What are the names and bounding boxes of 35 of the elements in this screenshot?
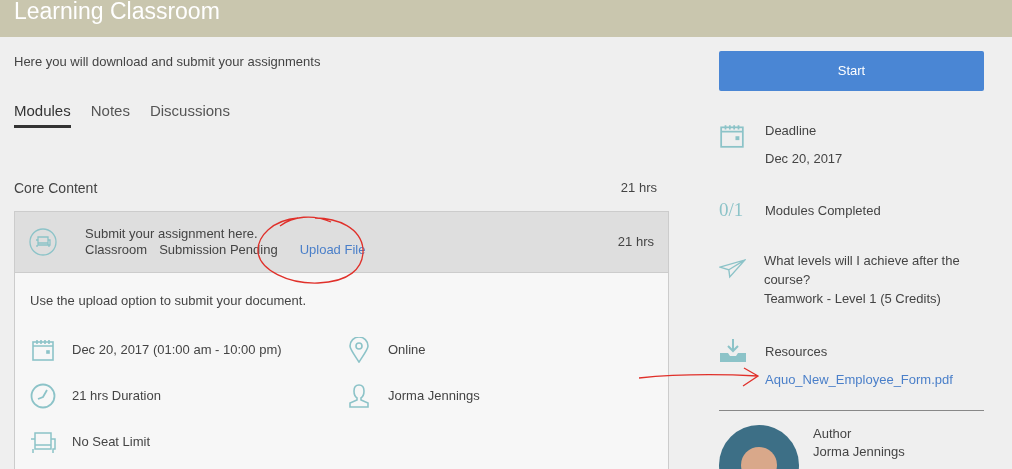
- start-button[interactable]: Start: [719, 51, 984, 91]
- resources-label: Resources: [765, 342, 829, 361]
- download-icon: [719, 337, 747, 364]
- calendar-icon: [719, 123, 745, 149]
- location-pin-icon: [348, 336, 370, 363]
- levels-answer: Teamwork - Level 1 (5 Credits): [763, 289, 942, 308]
- tab[interactable]: Modules: [14, 99, 71, 128]
- paper-plane-icon: [719, 256, 746, 279]
- module-duration: 21 hrs: [617, 233, 654, 252]
- section-duration: 21 hrs: [620, 179, 657, 197]
- levels-question: What levels will I achieve after the course?: [763, 251, 961, 289]
- armchair-circle-icon: [29, 228, 57, 256]
- detail-text: Online: [388, 340, 426, 359]
- resource-file-link[interactable]: Aquo_New_Employee_Form.pdf: [765, 370, 953, 390]
- progress-count: 0/1: [719, 198, 745, 222]
- tab[interactable]: Discussions: [149, 99, 230, 128]
- detail-text: No Seat Limit: [72, 432, 151, 451]
- detail-text: Dec 20, 2017 (01:00 am - 10:00 pm): [72, 340, 282, 359]
- deadline-date: Dec 20, 2017: [765, 149, 843, 168]
- progress-label: Modules Completed: [765, 201, 881, 220]
- person-icon: [348, 382, 370, 409]
- module-title: Submit your assignment here.: [85, 226, 259, 242]
- author-label: Author: [813, 424, 853, 443]
- intro-text: Here you will download and submit your assignments: [14, 53, 322, 71]
- detail-text: 21 hrs Duration: [72, 386, 161, 405]
- module-type: Classroom: [85, 242, 148, 258]
- detail-text: Jorma Jennings: [388, 386, 480, 405]
- module-description: Use the upload option to submit your document.: [30, 292, 308, 310]
- calendar-icon: [31, 337, 55, 362]
- deadline-label: Deadline: [765, 122, 818, 140]
- author-name: Jorma Jennings: [813, 442, 905, 461]
- section-title: Core Content: [14, 179, 98, 198]
- tab[interactable]: Notes: [90, 99, 130, 128]
- page-title: Learning Classroom: [14, 0, 220, 23]
- clock-icon: [30, 382, 56, 409]
